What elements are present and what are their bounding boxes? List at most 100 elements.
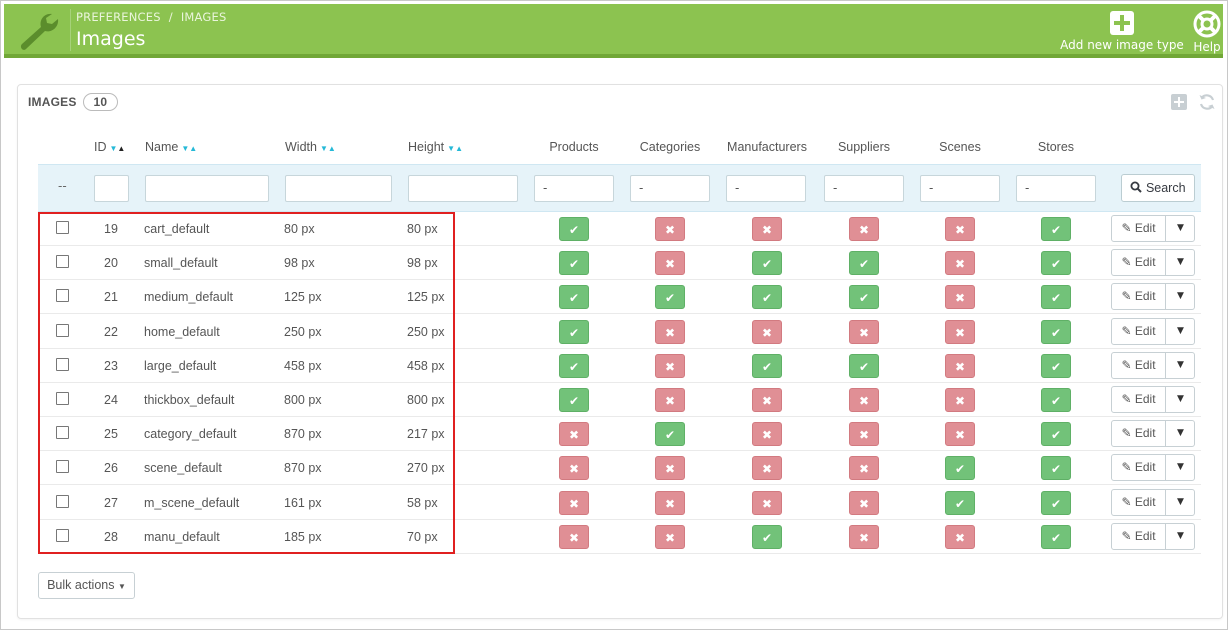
breadcrumb-item-preferences[interactable]: PREFERENCES [76, 10, 161, 24]
search-button[interactable]: Search [1121, 174, 1195, 202]
cross-icon-scenes[interactable]: ✖ [945, 353, 975, 378]
column-width[interactable]: Width ▼▲ [285, 140, 336, 154]
cross-icon-manufacturers[interactable]: ✖ [752, 388, 782, 412]
check-icon-stores[interactable]: ✔ [1041, 490, 1071, 515]
cross-icon-categories[interactable]: ✖ [655, 251, 685, 276]
filter-height-input[interactable] [408, 175, 518, 202]
check-icon-products[interactable]: ✔ [559, 285, 589, 310]
breadcrumb-item-images[interactable]: IMAGES [181, 10, 227, 24]
cross-icon-categories[interactable]: ✖ [655, 388, 685, 412]
bulk-actions-button[interactable]: Bulk actions ▼ [38, 572, 135, 599]
cross-icon-scenes[interactable]: ✖ [945, 524, 975, 549]
add-new-image-type-button[interactable]: Add new image type [1060, 10, 1184, 52]
edit-button[interactable]: ✎ Edit [1112, 250, 1166, 276]
check-icon-manufacturers[interactable]: ✔ [752, 353, 782, 378]
row-checkbox[interactable] [56, 494, 69, 508]
check-icon-stores[interactable]: ✔ [1041, 456, 1071, 481]
check-icon-stores[interactable]: ✔ [1041, 353, 1071, 378]
cross-icon-suppliers[interactable]: ✖ [849, 490, 879, 515]
cross-icon-suppliers[interactable]: ✖ [849, 388, 879, 412]
column-name[interactable]: Name ▼▲ [145, 140, 197, 154]
cross-icon-suppliers[interactable]: ✖ [849, 422, 879, 447]
caret-down-icon[interactable]: ▼ [1167, 524, 1194, 549]
edit-button[interactable]: ✎ Edit [1112, 523, 1166, 549]
edit-button[interactable]: ✎ Edit [1112, 216, 1166, 241]
check-icon-scenes[interactable]: ✔ [945, 456, 975, 481]
cross-icon-categories[interactable]: ✖ [655, 490, 685, 515]
cross-icon-suppliers[interactable]: ✖ [849, 217, 879, 241]
column-id[interactable]: ID ▼▲ [94, 140, 125, 154]
refresh-icon[interactable] [1198, 93, 1216, 111]
cross-icon-manufacturers[interactable]: ✖ [752, 319, 782, 344]
filter-categories-select[interactable]: - [630, 175, 710, 202]
check-icon-products[interactable]: ✔ [559, 388, 589, 412]
edit-button[interactable]: ✎ Edit [1112, 455, 1166, 481]
check-icon-manufacturers[interactable]: ✔ [752, 251, 782, 276]
filter-products-select[interactable]: - [534, 175, 614, 202]
filter-manufacturers-select[interactable]: - [726, 175, 806, 202]
caret-down-icon[interactable]: ▼ [1167, 216, 1194, 241]
cross-icon-categories[interactable]: ✖ [655, 456, 685, 481]
check-icon-products[interactable]: ✔ [559, 217, 589, 241]
row-checkbox[interactable] [56, 357, 69, 371]
row-checkbox[interactable] [56, 528, 69, 542]
edit-button[interactable]: ✎ Edit [1112, 421, 1166, 447]
check-icon-scenes[interactable]: ✔ [945, 490, 975, 515]
cross-icon-products[interactable]: ✖ [559, 524, 589, 549]
edit-button[interactable]: ✎ Edit [1112, 284, 1166, 310]
check-icon-stores[interactable]: ✔ [1041, 217, 1071, 241]
sort-arrows-icon[interactable]: ▼▲ [447, 144, 463, 153]
caret-down-icon[interactable]: ▼ [1167, 250, 1194, 275]
cross-icon-scenes[interactable]: ✖ [945, 251, 975, 276]
cross-icon-categories[interactable]: ✖ [655, 217, 685, 241]
check-icon-stores[interactable]: ✔ [1041, 285, 1071, 310]
cross-icon-categories[interactable]: ✖ [655, 524, 685, 549]
sort-arrows-icon[interactable]: ▼▲ [110, 144, 126, 153]
filter-name-input[interactable] [145, 175, 269, 202]
help-button[interactable]: Help [1187, 10, 1227, 54]
row-checkbox[interactable] [56, 323, 69, 337]
cross-icon-categories[interactable]: ✖ [655, 319, 685, 344]
sort-arrows-icon[interactable]: ▼▲ [320, 144, 336, 153]
caret-down-icon[interactable]: ▼ [1167, 319, 1194, 344]
check-icon-products[interactable]: ✔ [559, 353, 589, 378]
caret-down-icon[interactable]: ▼ [1167, 284, 1194, 309]
cross-icon-scenes[interactable]: ✖ [945, 285, 975, 310]
cross-icon-scenes[interactable]: ✖ [945, 388, 975, 412]
cross-icon-manufacturers[interactable]: ✖ [752, 456, 782, 481]
check-icon-suppliers[interactable]: ✔ [849, 353, 879, 378]
check-icon-categories[interactable]: ✔ [655, 285, 685, 310]
cross-icon-scenes[interactable]: ✖ [945, 422, 975, 447]
check-icon-categories[interactable]: ✔ [655, 422, 685, 447]
cross-icon-scenes[interactable]: ✖ [945, 319, 975, 344]
column-height[interactable]: Height ▼▲ [408, 140, 463, 154]
check-icon-suppliers[interactable]: ✔ [849, 285, 879, 310]
check-icon-manufacturers[interactable]: ✔ [752, 285, 782, 310]
check-icon-stores[interactable]: ✔ [1041, 388, 1071, 412]
edit-button[interactable]: ✎ Edit [1112, 387, 1166, 412]
filter-scenes-select[interactable]: - [920, 175, 1000, 202]
check-icon-stores[interactable]: ✔ [1041, 422, 1071, 447]
edit-button[interactable]: ✎ Edit [1112, 489, 1166, 515]
cross-icon-products[interactable]: ✖ [559, 422, 589, 447]
caret-down-icon[interactable]: ▼ [1167, 353, 1194, 378]
caret-down-icon[interactable]: ▼ [1167, 387, 1194, 412]
row-checkbox[interactable] [56, 289, 69, 303]
caret-down-icon[interactable]: ▼ [1167, 490, 1194, 515]
row-checkbox[interactable] [56, 460, 69, 474]
caret-down-icon[interactable]: ▼ [1167, 455, 1194, 480]
row-checkbox[interactable] [56, 255, 69, 269]
row-checkbox[interactable] [56, 221, 69, 234]
cross-icon-manufacturers[interactable]: ✖ [752, 217, 782, 241]
check-icon-products[interactable]: ✔ [559, 251, 589, 276]
cross-icon-categories[interactable]: ✖ [655, 353, 685, 378]
filter-stores-select[interactable]: - [1016, 175, 1096, 202]
cross-icon-suppliers[interactable]: ✖ [849, 524, 879, 549]
row-checkbox[interactable] [56, 392, 69, 405]
caret-down-icon[interactable]: ▼ [1167, 421, 1194, 446]
add-icon[interactable] [1170, 93, 1188, 111]
check-icon-manufacturers[interactable]: ✔ [752, 524, 782, 549]
check-icon-stores[interactable]: ✔ [1041, 251, 1071, 276]
filter-suppliers-select[interactable]: - [824, 175, 904, 202]
cross-icon-manufacturers[interactable]: ✖ [752, 490, 782, 515]
